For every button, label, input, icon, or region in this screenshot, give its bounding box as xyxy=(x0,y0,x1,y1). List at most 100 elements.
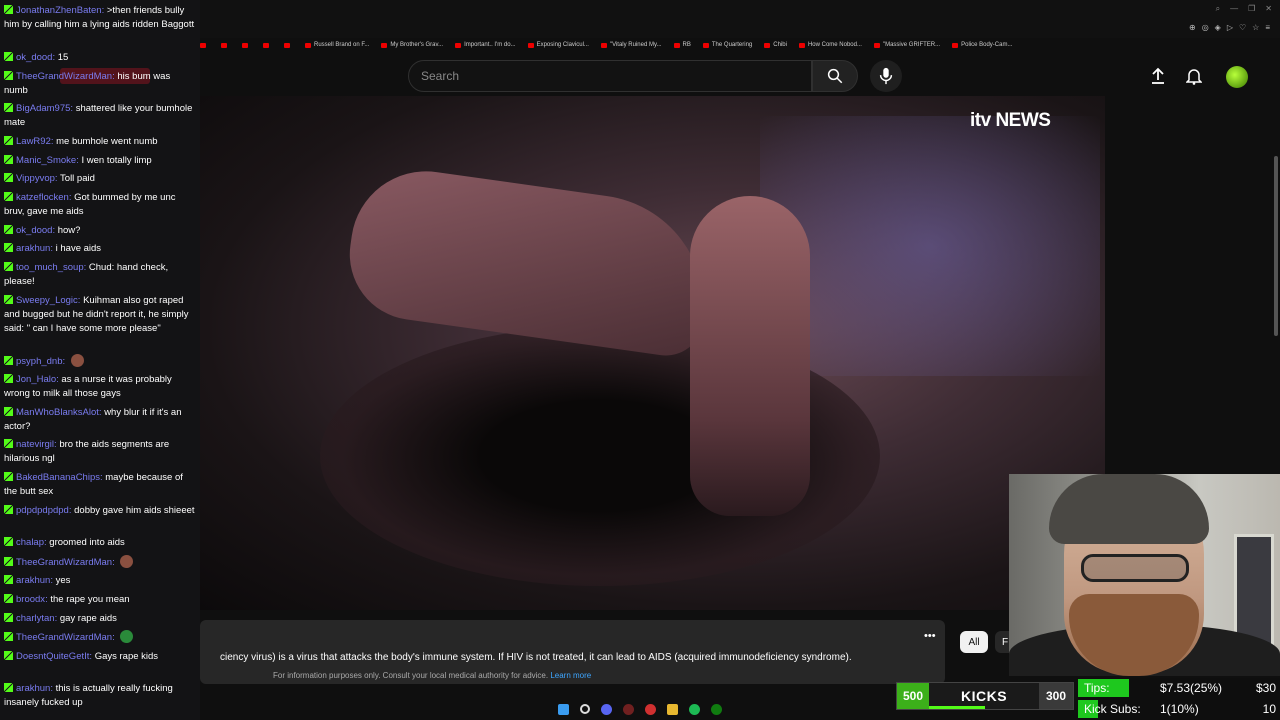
chat-username[interactable]: LawR92 xyxy=(16,136,51,147)
discord-icon[interactable] xyxy=(601,703,612,715)
chat-username[interactable]: TheeGrandWizardMan xyxy=(16,632,112,643)
chat-username[interactable]: arakhun xyxy=(16,575,50,586)
kick-badge-icon xyxy=(4,52,13,61)
youtube-favicon-icon xyxy=(242,42,248,48)
youtube-favicon-icon xyxy=(600,42,607,48)
chat-message: charlytan: gay rape aids xyxy=(4,612,196,626)
search-icon xyxy=(827,68,843,84)
search-button[interactable] xyxy=(812,60,858,92)
chat-username[interactable]: charlytan xyxy=(16,613,55,624)
bookmark-item[interactable]: "Vitaly Ruined My... xyxy=(600,42,662,48)
bookmark-item[interactable] xyxy=(200,42,209,48)
menu-icon[interactable]: ≡ xyxy=(1265,23,1270,32)
subs-label: Kick Subs: xyxy=(1084,702,1141,716)
kicks-goal: 300 xyxy=(1039,683,1073,709)
chat-username[interactable]: BakedBananaChips xyxy=(16,472,100,483)
search-input[interactable]: Search xyxy=(408,60,812,92)
youtube-favicon-icon xyxy=(873,42,880,48)
play-icon[interactable]: ▷ xyxy=(1227,23,1233,32)
restore-icon[interactable]: ❐ xyxy=(1248,4,1255,14)
create-button[interactable] xyxy=(1146,64,1170,88)
youtube-favicon-icon xyxy=(263,42,269,48)
folder-icon[interactable] xyxy=(667,703,678,715)
chat-username[interactable]: Jon_Halo xyxy=(16,374,56,385)
bookmark-item[interactable]: RB xyxy=(673,42,691,48)
chat-username[interactable]: arakhun xyxy=(16,683,50,694)
kick-badge-icon xyxy=(4,505,13,514)
chat-username[interactable]: TheeGrandWizardMan xyxy=(16,71,112,82)
chat-username[interactable]: JonathanZhenBaten xyxy=(16,5,102,16)
zoom-icon[interactable]: ⊕ xyxy=(1189,23,1196,32)
kick-badge-icon xyxy=(4,651,13,660)
scrollbar[interactable] xyxy=(1274,156,1278,336)
window-controls[interactable]: ⌕ — ❐ ✕ xyxy=(1216,4,1272,14)
chip-all[interactable]: All xyxy=(960,631,988,653)
learn-more-link[interactable]: Learn more xyxy=(550,671,591,680)
kick-badge-icon xyxy=(4,71,13,80)
subs-goal: 10 xyxy=(1262,702,1276,716)
chat-message: arakhun: this is actually really fucking… xyxy=(4,683,173,708)
kick-badge-icon xyxy=(4,136,13,145)
kick-badge-icon xyxy=(4,407,13,416)
close-icon[interactable]: ✕ xyxy=(1265,4,1272,14)
more-options-button[interactable]: ••• xyxy=(924,630,940,642)
chat-username[interactable]: ok_dood xyxy=(16,225,52,236)
bookmark-item[interactable]: Russell Brand on F... xyxy=(305,42,369,48)
search-icon[interactable] xyxy=(580,704,590,714)
chat-username[interactable]: Sweepy_Logic xyxy=(16,295,78,306)
video-frame-finger xyxy=(341,161,719,361)
minimize-icon[interactable]: — xyxy=(1230,4,1238,14)
kick-badge-icon xyxy=(4,374,13,383)
bookmark-item[interactable] xyxy=(242,42,251,48)
bookmark-item[interactable] xyxy=(284,42,293,48)
youtube-favicon-icon xyxy=(673,42,680,48)
video-player[interactable]: itv NEWS xyxy=(200,96,1105,610)
chat-username[interactable]: Manic_Smoke xyxy=(16,155,76,166)
bookmark-item[interactable]: Police Body-Cam... xyxy=(952,42,1012,48)
youtube-header: Search xyxy=(200,56,1280,96)
info-panel: ciency virus) is a virus that attacks th… xyxy=(200,620,945,684)
chat-username[interactable]: psyph_dnb xyxy=(16,356,62,367)
spotify-icon[interactable] xyxy=(689,703,700,715)
reader-icon[interactable]: ◎ xyxy=(1202,23,1209,32)
voice-search-button[interactable] xyxy=(870,60,902,92)
info-disclaimer: For information purposes only. Consult y… xyxy=(273,671,592,680)
chat-username[interactable]: TheeGrandWizardMan xyxy=(16,557,112,568)
bookmark-item[interactable]: The Quartering xyxy=(702,42,752,48)
bookmark-item[interactable]: Important.. I'm do... xyxy=(455,42,516,48)
bookmark-item[interactable]: "Massive GRIFTER... xyxy=(873,42,940,48)
search-icon[interactable]: ⌕ xyxy=(1216,4,1220,14)
chrome-icon[interactable] xyxy=(645,703,656,715)
chat-username[interactable]: too_much_soup xyxy=(16,262,84,273)
bookmark-item[interactable] xyxy=(263,42,272,48)
chat-username[interactable]: natevirgil xyxy=(16,439,54,450)
browser-toolbar: ⌕ — ❐ ✕ ⊕ ◎ ◈ ▷ ♡ ☆ ≡ xyxy=(200,0,1280,38)
chat-text: me bumhole went numb xyxy=(56,136,158,147)
bookmark-item[interactable] xyxy=(221,42,230,48)
notifications-button[interactable] xyxy=(1182,64,1206,88)
chat-username[interactable]: Vippyvop xyxy=(16,173,55,184)
sidebar-area xyxy=(1105,96,1280,474)
bookmark-item[interactable]: How Come Nobod... xyxy=(798,42,862,48)
xbox-icon[interactable] xyxy=(711,703,722,715)
windows-start-icon[interactable] xyxy=(558,703,569,715)
chat-username[interactable]: broodx xyxy=(16,594,45,605)
chat-username[interactable]: DoesntQuiteGetIt xyxy=(16,651,89,662)
bookmark-item[interactable]: Exposing Clavicul... xyxy=(527,42,589,48)
tips-goal: $30 xyxy=(1255,681,1276,695)
chat-message: katzeflocken: Got bummed by me unc bruv,… xyxy=(4,192,176,217)
heart-icon[interactable]: ♡ xyxy=(1239,23,1246,32)
chat-username[interactable]: ok_dood xyxy=(16,52,52,63)
chat-username[interactable]: pdpdpdpdpd xyxy=(16,505,69,516)
shield-icon[interactable]: ◈ xyxy=(1215,23,1221,32)
star-icon[interactable]: ☆ xyxy=(1252,23,1259,32)
chat-username[interactable]: katzeflocken xyxy=(16,192,69,203)
chat-username[interactable]: chalap xyxy=(16,537,44,548)
avatar[interactable] xyxy=(1226,66,1248,88)
bookmark-item[interactable]: My Brother's Grav... xyxy=(381,42,443,48)
recording-icon[interactable] xyxy=(623,703,634,715)
bookmark-item[interactable]: Chibi xyxy=(764,42,787,48)
chat-username[interactable]: BigAdam975 xyxy=(16,103,70,114)
chat-username[interactable]: arakhun xyxy=(16,243,50,254)
chat-username[interactable]: ManWhoBlanksAlot xyxy=(16,407,99,418)
